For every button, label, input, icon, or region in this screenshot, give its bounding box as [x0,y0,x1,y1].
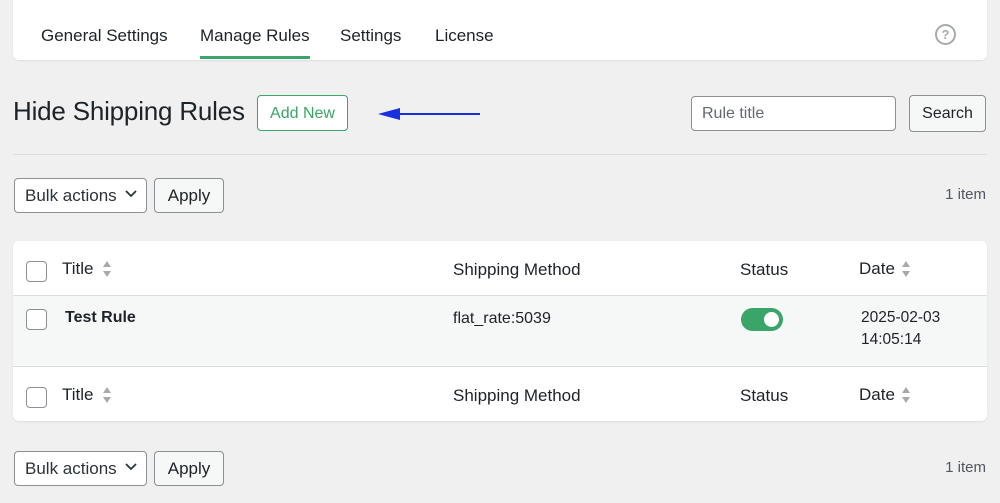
table-header-row: Title Shipping Method Status Date [13,241,987,296]
rule-title-link[interactable]: Test Rule [65,309,136,327]
table-footer-row: Title Shipping Method Status Date [13,367,987,421]
date-time: 14:05:14 [861,331,922,348]
sort-icon [103,261,111,277]
arrow-left-icon [378,108,480,120]
column-title-label: Title [62,259,94,278]
toggle-knob [764,312,779,327]
row-checkbox[interactable] [26,309,47,330]
question-circle-icon[interactable]: ? [935,24,956,45]
add-new-button[interactable]: Add New [257,95,348,131]
column-shipping-method-footer: Shipping Method [453,386,581,405]
select-all-checkbox-bottom[interactable] [26,387,47,408]
column-status-header: Status [740,260,789,279]
column-date-header[interactable]: Date [859,259,910,279]
column-title-footer[interactable]: Title [62,385,111,405]
tab-manage-rules[interactable]: Manage Rules [200,26,310,59]
chevron-down-icon [125,190,137,198]
column-shipping-method-header: Shipping Method [453,260,581,279]
settings-tabs-bar: General Settings Manage Rules Settings L… [13,0,987,60]
rules-table: Title Shipping Method Status Date Test R… [13,241,987,421]
shipping-method-value: flat_rate:5039 [453,310,551,327]
select-all-checkbox[interactable] [26,261,47,282]
divider [13,154,987,155]
column-date-label: Date [859,259,895,278]
search-button[interactable]: Search [909,95,986,132]
date-day: 2025-02-03 [861,309,941,326]
bulk-actions-label: Bulk actions [25,186,117,205]
tab-general-settings[interactable]: General Settings [41,26,168,46]
page-title: Hide Shipping Rules [13,96,245,126]
sort-icon [103,387,111,403]
column-date-label: Date [859,385,895,404]
bulk-actions-select-top[interactable]: Bulk actions [14,178,147,213]
column-date-footer[interactable]: Date [859,385,910,405]
chevron-down-icon [125,463,137,471]
tab-settings[interactable]: Settings [340,26,401,46]
apply-button-bottom[interactable]: Apply [154,451,224,486]
table-row: Test Rule flat_rate:5039 2025-02-03 14:0… [13,296,987,367]
bulk-actions-select-bottom[interactable]: Bulk actions [14,451,147,486]
sort-icon [902,261,910,277]
column-title-label: Title [62,385,94,404]
tab-license[interactable]: License [435,26,494,46]
status-toggle[interactable] [741,308,783,331]
item-count-top: 1 item [945,186,986,203]
column-title-header[interactable]: Title [62,259,111,279]
column-status-footer: Status [740,386,789,405]
sort-icon [902,387,910,403]
bulk-actions-label: Bulk actions [25,459,117,478]
rule-title-search-input[interactable] [691,96,896,131]
item-count-bottom: 1 item [945,459,986,476]
apply-button-top[interactable]: Apply [154,178,224,213]
date-value: 2025-02-03 14:05:14 [861,307,940,351]
